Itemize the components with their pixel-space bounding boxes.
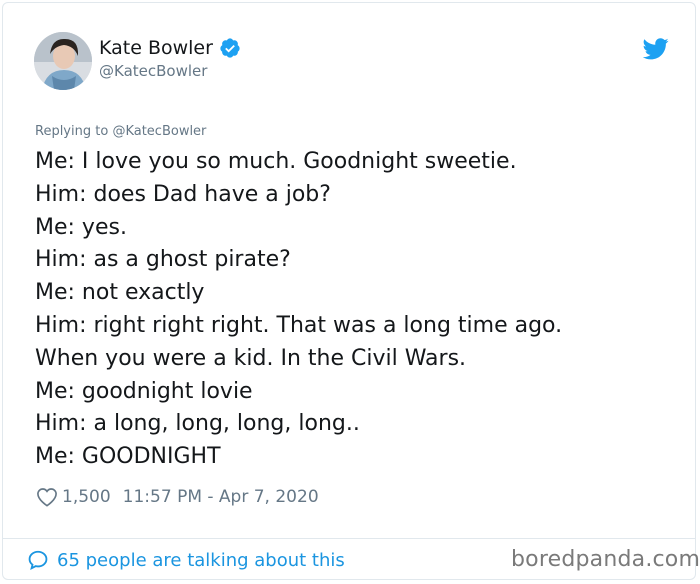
like-count[interactable]: 1,500: [62, 487, 111, 507]
avatar[interactable]: [34, 32, 92, 90]
tweet-line: When you were a kid. In the Civil Wars.: [35, 345, 467, 371]
tweet-line: Him: a long, long, long, long..: [35, 411, 360, 437]
tweet-text: Me: I love you so much. Goodnight sweeti…: [35, 146, 675, 474]
tweet-line: Me: not exactly: [35, 280, 205, 306]
author-handle[interactable]: @KatecBowler: [99, 62, 207, 80]
timestamp-link[interactable]: 11:57 PM - Apr 7, 2020: [123, 487, 319, 507]
conversation-text: 65 people are talking about this: [57, 549, 345, 571]
author-name-text: Kate Bowler: [99, 37, 213, 59]
tweet-line: Me: GOODNIGHT: [35, 444, 221, 470]
replying-handle-link[interactable]: @KatecBowler: [112, 124, 206, 139]
tweet-line: Me: I love you so much. Goodnight sweeti…: [35, 149, 517, 174]
watermark-text: boredpanda.com: [511, 547, 700, 572]
tweet-line: Him: right right right. That was a long …: [35, 312, 563, 338]
verified-badge-icon: [220, 38, 240, 58]
tweet-line: Me: goodnight lovie: [35, 378, 253, 404]
tweet-meta: 1,500 11:57 PM - Apr 7, 2020: [36, 487, 319, 507]
heart-icon[interactable]: [36, 487, 58, 507]
speech-bubble-icon: [28, 550, 48, 570]
divider: [3, 538, 695, 539]
replying-prefix: Replying to: [35, 124, 109, 139]
replying-to: Replying to @KatecBowler: [35, 124, 206, 139]
tweet-line: Me: yes.: [35, 214, 127, 240]
tweet-line: Him: does Dad have a job?: [35, 181, 331, 207]
tweet-card: Kate Bowler @KatecBowler Replying to @Ka…: [2, 2, 700, 580]
twitter-bird-icon[interactable]: [643, 38, 669, 60]
author-name[interactable]: Kate Bowler: [99, 37, 241, 59]
conversation-link[interactable]: 65 people are talking about this: [27, 549, 345, 571]
tweet-line: Him: as a ghost pirate?: [35, 247, 291, 273]
avatar-image: [34, 32, 92, 90]
